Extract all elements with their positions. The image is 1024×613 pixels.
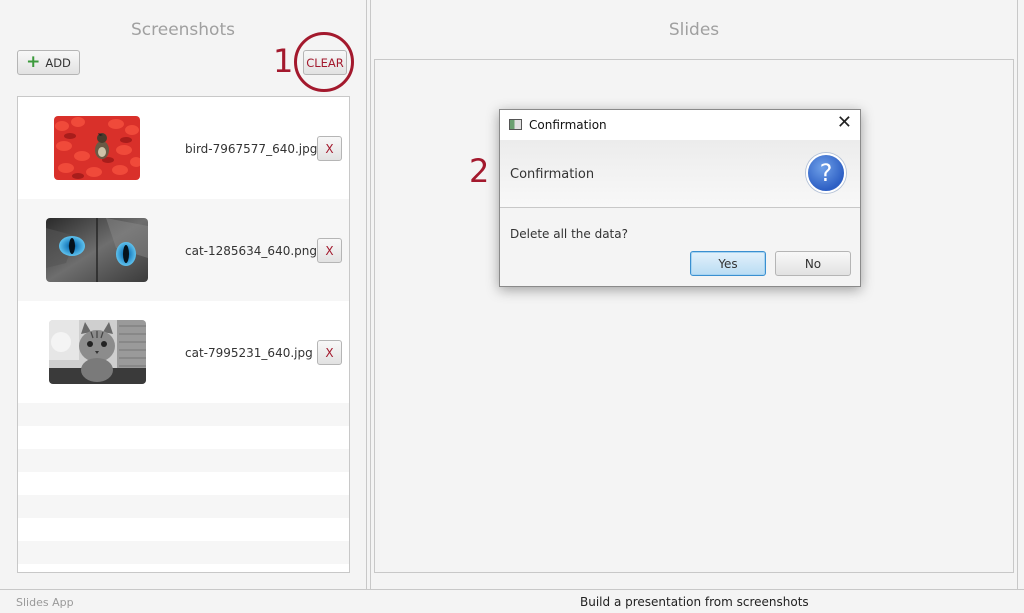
empty-row — [18, 564, 349, 572]
question-icon: ? — [806, 153, 846, 193]
empty-row — [18, 426, 349, 449]
add-button-label: ADD — [45, 55, 71, 70]
annotation-step-1: 1 — [273, 42, 294, 80]
annotation-step-2: 2 — [469, 152, 490, 190]
thumbnail-tabby-cat — [49, 320, 146, 384]
thumbnail-bird — [54, 116, 140, 180]
list-item[interactable]: cat-1285634_640.png X — [18, 199, 349, 301]
empty-row — [18, 449, 349, 472]
status-bar: Slides App Build a presentation from scr… — [0, 589, 1024, 613]
file-name: cat-1285634_640.png — [185, 244, 317, 258]
empty-row — [18, 541, 349, 564]
no-button[interactable]: No — [775, 251, 851, 276]
list-item[interactable]: bird-7967577_640.jpg X — [18, 97, 349, 199]
file-name: cat-7995231_640.jpg — [185, 346, 313, 360]
app-name-label: Slides App — [16, 596, 74, 609]
empty-row — [18, 403, 349, 426]
yes-button[interactable]: Yes — [690, 251, 766, 276]
empty-row — [18, 518, 349, 541]
window-icon — [509, 119, 522, 130]
file-name: bird-7967577_640.jpg — [185, 142, 318, 156]
annotation-circle — [294, 32, 354, 92]
dialog-message: Delete all the data? — [510, 227, 628, 241]
list-item[interactable]: cat-7995231_640.jpg X — [18, 301, 349, 403]
app-window: Screenshots + ADD CLEAR 1 bird-7967577_6… — [0, 0, 1024, 613]
dialog-titlebar[interactable]: Confirmation ✕ — [500, 110, 860, 140]
close-icon[interactable]: ✕ — [837, 114, 852, 132]
empty-row — [18, 495, 349, 518]
dialog-header: Confirmation ? — [500, 140, 860, 208]
plus-icon: + — [26, 52, 41, 72]
slides-panel: Slides — [370, 0, 1018, 589]
confirmation-dialog: Confirmation ✕ Confirmation ? Delete all… — [499, 109, 861, 287]
status-text: Build a presentation from screenshots — [580, 595, 809, 609]
slides-title: Slides — [668, 20, 720, 40]
thumbnail-cat-eyes — [46, 218, 148, 282]
empty-row — [18, 472, 349, 495]
dialog-header-text: Confirmation — [510, 167, 595, 182]
dialog-window-title: Confirmation — [529, 118, 607, 132]
add-button[interactable]: + ADD — [17, 50, 80, 75]
remove-button[interactable]: X — [317, 238, 342, 263]
screenshots-panel: Screenshots + ADD CLEAR 1 bird-7967577_6… — [0, 0, 367, 589]
screenshot-list[interactable]: bird-7967577_640.jpg X cat-1285634_640.p… — [17, 96, 350, 573]
remove-button[interactable]: X — [317, 136, 342, 161]
remove-button[interactable]: X — [317, 340, 342, 365]
